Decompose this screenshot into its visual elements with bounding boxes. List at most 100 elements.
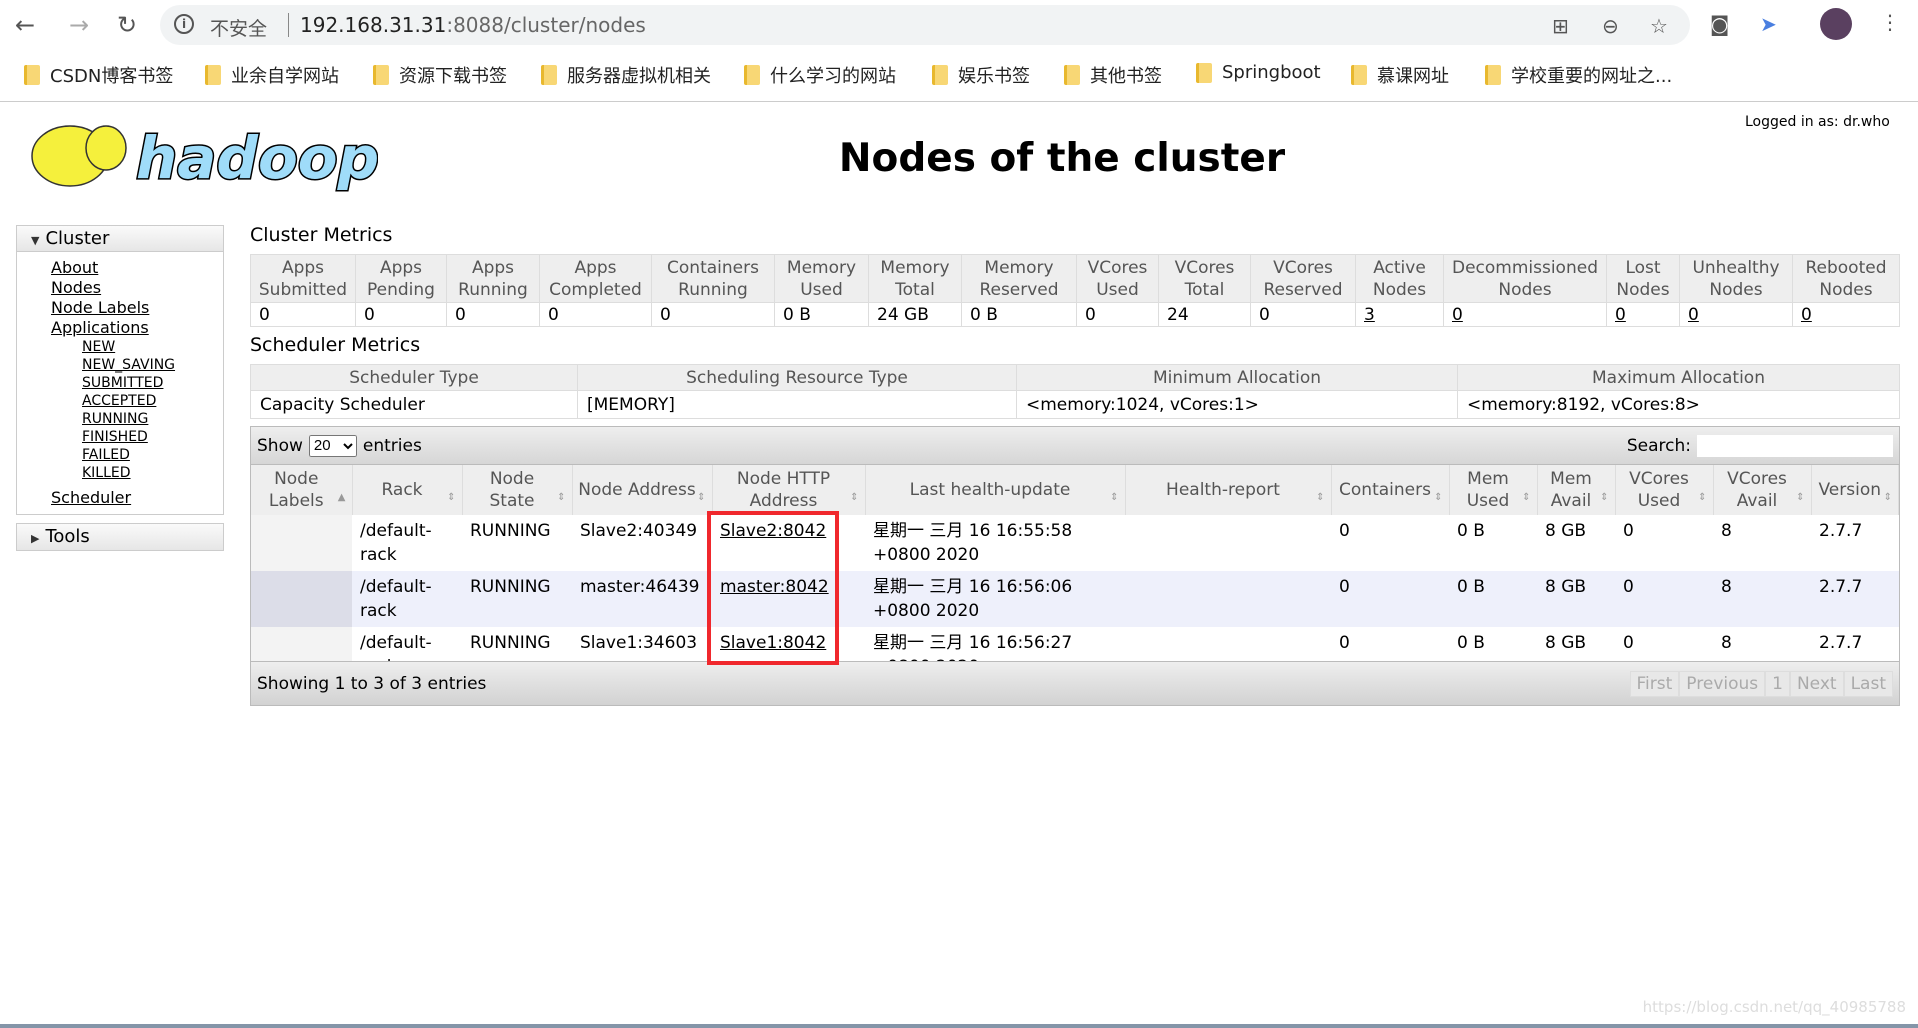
caret-down-icon: ▼ <box>31 234 40 247</box>
column-header[interactable]: Containers ⇕ <box>1331 465 1450 515</box>
sidebar-link-new_saving[interactable]: NEW_SAVING <box>82 356 223 374</box>
folder-icon <box>24 65 40 85</box>
scheduler-header: Scheduler Type <box>250 364 578 391</box>
bookmark-item[interactable]: 业余自学网站 <box>205 62 339 88</box>
metric-header: VCores Reserved <box>1250 254 1356 303</box>
metric-link[interactable]: 0 <box>1452 305 1463 325</box>
table-row: /default-rack RUNNING Slave2:40349 Slave2:8… <box>251 515 1899 571</box>
sidebar-link-running[interactable]: RUNNING <box>82 410 223 428</box>
column-header[interactable]: Mem Used ⇕ <box>1449 465 1538 515</box>
column-header[interactable]: VCores Used ⇕ <box>1615 465 1714 515</box>
bookmark-item[interactable]: 服务器虚拟机相关 <box>541 62 711 88</box>
column-header[interactable]: Health-report ⇕ <box>1125 465 1332 515</box>
table-row: /default-rack RUNNING master:46439 master:8… <box>251 571 1899 627</box>
sort-icon: ⇕ <box>1883 492 1892 503</box>
page-size-select[interactable]: 20 <box>308 434 357 457</box>
avatar[interactable] <box>1820 8 1852 40</box>
column-header[interactable]: VCores Avail ⇕ <box>1713 465 1812 515</box>
column-header-label: Mem Avail <box>1550 469 1592 511</box>
column-header[interactable]: Node Labels ▲ <box>251 465 353 515</box>
column-header[interactable]: Version ⇕ <box>1811 465 1899 515</box>
bookmark-item[interactable]: 其他书签 <box>1064 62 1162 88</box>
metric-header: Unhealthy Nodes <box>1679 254 1793 303</box>
sidebar-link-node-labels[interactable]: Node Labels <box>51 298 223 318</box>
table-cell: 8 GB <box>1537 571 1615 627</box>
column-header-label: Health-report <box>1166 480 1280 500</box>
sort-icon: ⇕ <box>1796 492 1805 503</box>
bookmark-item[interactable]: 娱乐书签 <box>932 62 1030 88</box>
folder-icon <box>205 65 221 85</box>
metric-link[interactable]: 3 <box>1364 305 1375 325</box>
folder-icon <box>1485 65 1501 85</box>
bookmark-item[interactable]: Springboot <box>1196 62 1321 83</box>
insecure-label: 不安全 <box>210 18 268 40</box>
sidebar-cluster-header[interactable]: ▼ Cluster <box>17 226 223 252</box>
pager-1[interactable]: 1 <box>1765 670 1790 697</box>
column-header[interactable]: Mem Avail ⇕ <box>1537 465 1616 515</box>
column-header[interactable]: Last health-update ⇕ <box>865 465 1126 515</box>
star-icon[interactable]: ☆ <box>1650 14 1668 38</box>
translate-icon[interactable]: ⊞ <box>1552 14 1569 38</box>
bookmark-label: 资源下载书签 <box>399 66 507 87</box>
bookmark-label: 慕课网址 <box>1377 66 1449 87</box>
scheduler-header: Scheduling Resource Type <box>577 364 1017 391</box>
extension-icon[interactable]: ➤ <box>1760 12 1777 36</box>
sidebar-link-submitted[interactable]: SUBMITTED <box>82 374 223 392</box>
table-cell: 星期一 三月 16 16:55:58 +0800 2020 <box>865 515 1125 571</box>
menu-icon[interactable]: ⋮ <box>1880 10 1900 34</box>
sidebar-link-scheduler[interactable]: Scheduler <box>51 488 223 508</box>
table-cell: master:46439 <box>572 571 712 627</box>
sort-icon: ⇕ <box>447 492 456 503</box>
sidebar-link-about[interactable]: About <box>51 258 223 278</box>
bookmark-label: Springboot <box>1222 62 1321 83</box>
table-cell: 0 B <box>1449 515 1537 571</box>
bookmark-item[interactable]: 学校重要的网址之... <box>1485 62 1672 88</box>
column-header-label: Mem Used <box>1466 469 1510 511</box>
url-text[interactable]: 192.168.31.31:8088/cluster/nodes <box>300 13 646 37</box>
sidebar-tools-header[interactable]: ▶ Tools <box>17 524 223 550</box>
column-header[interactable]: Rack ⇕ <box>352 465 463 515</box>
metric-value: 0 <box>1250 302 1356 327</box>
column-header[interactable]: Node Address ⇕ <box>572 465 713 515</box>
table-cell <box>1125 515 1331 571</box>
pager-previous[interactable]: Previous <box>1679 670 1766 697</box>
sidebar-link-accepted[interactable]: ACCEPTED <box>82 392 223 410</box>
metric-header: Memory Total <box>868 254 962 303</box>
sidebar-link-applications[interactable]: Applications <box>51 318 223 338</box>
sidebar-link-nodes[interactable]: Nodes <box>51 278 223 298</box>
metric-link[interactable]: 0 <box>1688 305 1699 325</box>
metric-link[interactable]: 0 <box>1615 305 1626 325</box>
table-cell: 8 <box>1713 571 1811 627</box>
forward-icon[interactable]: → <box>62 8 96 42</box>
bookmark-item[interactable]: 资源下载书签 <box>373 62 507 88</box>
reload-icon[interactable]: ↻ <box>110 8 144 42</box>
sidebar-link-new[interactable]: NEW <box>82 338 223 356</box>
pager-next[interactable]: Next <box>1789 670 1844 697</box>
metric-value: 24 GB <box>868 302 962 327</box>
camera-icon[interactable]: ◙ <box>1710 12 1729 36</box>
folder-icon <box>373 65 389 85</box>
search-input[interactable] <box>1697 434 1893 457</box>
pager-first[interactable]: First <box>1629 670 1680 697</box>
zoom-icon[interactable]: ⊖ <box>1602 14 1619 38</box>
bookmark-item[interactable]: 什么学习的网站 <box>744 62 896 88</box>
sidebar-link-failed[interactable]: FAILED <box>82 446 223 464</box>
column-header[interactable]: Node State ⇕ <box>462 465 573 515</box>
bookmark-item[interactable]: 慕课网址 <box>1351 62 1449 88</box>
back-icon[interactable]: ← <box>8 8 42 42</box>
metric-header: Memory Used <box>774 254 869 303</box>
metric-link[interactable]: 0 <box>1801 305 1812 325</box>
sort-icon: ⇕ <box>557 492 566 503</box>
metric-value: 0 <box>1679 302 1793 327</box>
bookmark-item[interactable]: CSDN博客书签 <box>24 62 173 88</box>
metric-value: 0 B <box>774 302 869 327</box>
pager-last[interactable]: Last <box>1843 670 1893 697</box>
cluster-label: Cluster <box>45 228 110 249</box>
sidebar-link-finished[interactable]: FINISHED <box>82 428 223 446</box>
sidebar-link-killed[interactable]: KILLED <box>82 464 223 482</box>
table-info: Showing 1 to 3 of 3 entries <box>257 673 487 694</box>
info-icon[interactable]: i <box>174 14 194 34</box>
column-header[interactable]: Node HTTP Address ⇕ <box>712 465 866 515</box>
show-label: Show <box>257 435 303 456</box>
address-bar[interactable]: i 不安全 192.168.31.31:8088/cluster/nodes ⊞… <box>160 5 1690 45</box>
